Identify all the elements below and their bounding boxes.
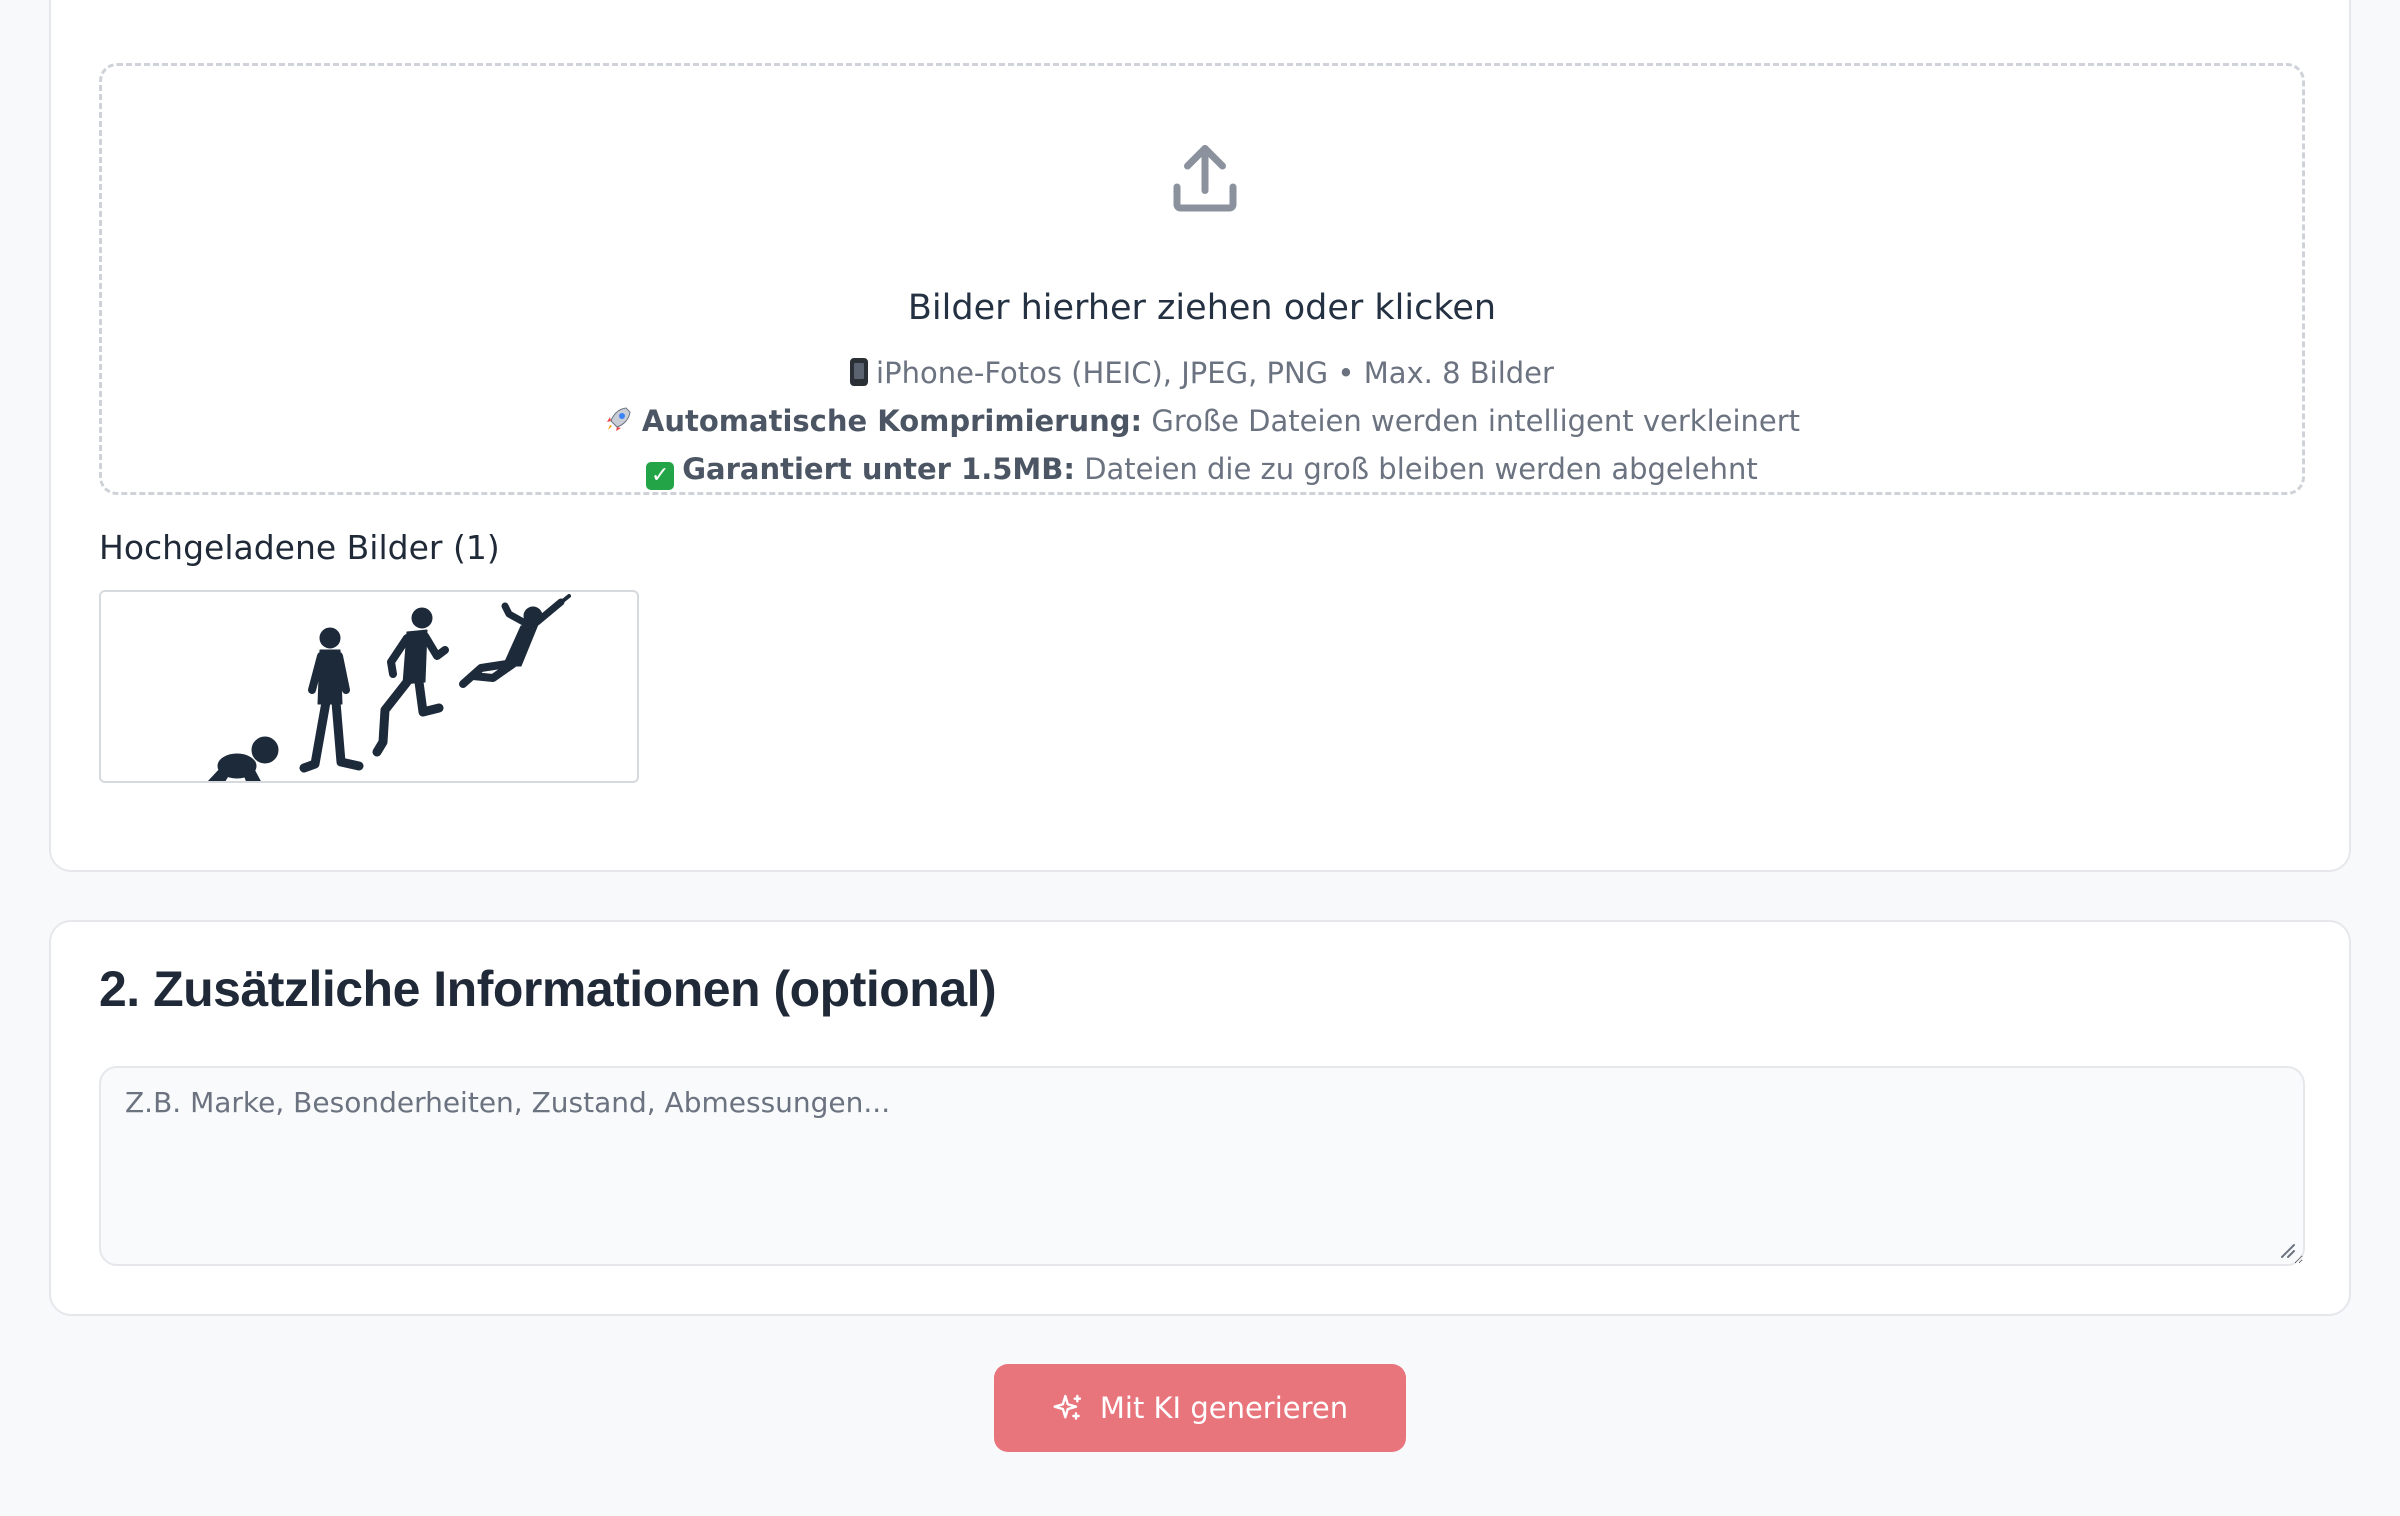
- dropzone-title: Bilder hierher ziehen oder klicken: [907, 288, 1497, 328]
- additional-info-textarea[interactable]: [99, 1066, 2305, 1266]
- dropzone-size-limit-label: Garantiert unter 1.5MB:: [682, 452, 1075, 486]
- check-mark-emoji-icon: ✓: [646, 462, 675, 490]
- rocket-emoji-icon: [606, 407, 631, 431]
- dropzone-compression-label: Automatische Komprimierung:: [641, 404, 1143, 438]
- upload-card: 1. Bilder hochladen Bilder hierher ziehe…: [49, 0, 2351, 872]
- generate-button-label: Mit KI generieren: [1099, 1391, 1349, 1425]
- image-dropzone[interactable]: Bilder hierher ziehen oder klicken iPhon…: [99, 63, 2305, 495]
- upload-section-title-text: 1. Bilder hochladen: [155, 0, 607, 10]
- upload-section-title: 1. Bilder hochladen: [99, 0, 607, 10]
- dropzone-size-limit-line: ✓ Garantiert unter 1.5MB: Dateien die zu …: [102, 452, 2302, 490]
- upload-icon: [1173, 145, 1237, 212]
- info-section-title: 2. Zusätzliche Informationen (optional): [99, 961, 997, 1017]
- evolution-silhouette-image: [207, 594, 571, 781]
- dropzone-compression-line: Automatische Komprimierung: Große Dateie…: [102, 404, 2302, 438]
- dropzone-formats-text: iPhone-Fotos (HEIC), JPEG, PNG • Max. 8 …: [876, 356, 1554, 390]
- uploaded-images-heading: Hochgeladene Bilder (1): [99, 528, 500, 567]
- sparkles-icon: [1053, 1394, 1082, 1420]
- mobile-phone-emoji-icon: [850, 358, 869, 386]
- generate-with-ai-button[interactable]: Mit KI generieren: [994, 1364, 1406, 1452]
- uploaded-image-thumbnail[interactable]: [99, 590, 639, 783]
- info-card: 2. Zusätzliche Informationen (optional): [49, 920, 2351, 1316]
- dropzone-compression-text: Große Dateien werden intelligent verklei…: [1142, 404, 1801, 438]
- dropzone-formats-line: iPhone-Fotos (HEIC), JPEG, PNG • Max. 8 …: [102, 356, 2302, 390]
- resize-handle-icon[interactable]: [2278, 1241, 2296, 1259]
- dropzone-size-limit-text: Dateien die zu groß bleiben werden abgel…: [1074, 452, 1758, 486]
